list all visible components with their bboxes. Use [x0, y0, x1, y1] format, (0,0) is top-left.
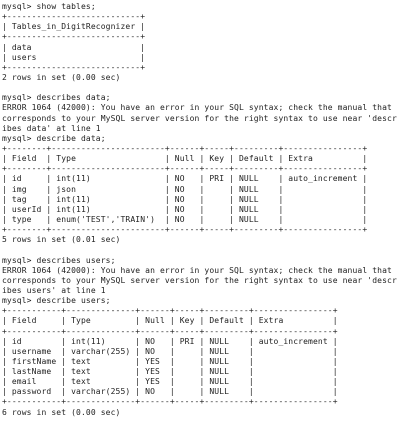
mysql-terminal[interactable]: mysql> show tables; +-------------------…: [0, 0, 420, 426]
error-message: corresponds to your MySQL server version…: [2, 275, 397, 285]
table-row: | email | text | YES | | NULL | |: [2, 377, 338, 387]
command-show-tables: mysql> show tables;: [2, 2, 96, 11]
result-summary: 2 rows in set (0.00 sec): [2, 72, 121, 82]
table-row: | users |: [2, 52, 146, 62]
tables-header: | Tables_in_DigitRecognizer |: [2, 22, 146, 32]
tables-border-bottom: +---------------------------+: [2, 62, 146, 72]
error-message: ERROR 1064 (42000): You have an error in…: [2, 103, 392, 113]
users-table-header: | Field | Type | Null | Key | Default | …: [2, 316, 338, 326]
command-describe-data: mysql> describe data;: [2, 133, 106, 143]
error-message: ibes data' at line 1: [2, 123, 101, 133]
data-table-border-bottom: +--------+-----------------------+------…: [2, 225, 368, 235]
table-row: | username | varchar(255) | NO | | NULL …: [2, 346, 338, 356]
table-row: | data |: [2, 42, 146, 52]
table-row: | id | int(11) | NO | PRI | NULL | auto_…: [2, 336, 338, 346]
data-table-border-mid: +--------+-----------------------+------…: [2, 164, 368, 174]
data-table-border-top: +--------+-----------------------+------…: [2, 143, 368, 153]
tables-border-top: +---------------------------+: [2, 12, 146, 22]
tables-border-mid: +---------------------------+: [2, 32, 146, 42]
data-table-header: | Field | Type | Null | Key | Default | …: [2, 154, 368, 164]
table-row: | lastName | text | YES | | NULL | |: [2, 367, 338, 377]
error-message: ERROR 1064 (42000): You have an error in…: [2, 265, 392, 275]
table-row: | userId | int(11) | NO | | NULL | |: [2, 204, 368, 214]
table-row: | type | enum('TEST','TRAIN') | NO | | N…: [2, 214, 368, 224]
users-table-border-bottom: +-----------+--------------+------+-----…: [2, 397, 338, 407]
error-message: ibes users' at line 1: [2, 285, 106, 295]
users-table-border-mid: +-----------+--------------+------+-----…: [2, 326, 338, 336]
table-row: | password | varchar(255) | NO | | NULL …: [2, 387, 338, 397]
command-describes-data: mysql> describes data;: [2, 93, 111, 103]
users-table-border-top: +-----------+--------------+------+-----…: [2, 306, 338, 316]
table-row: | img | json | NO | | NULL | |: [2, 184, 368, 194]
table-row: | firstName | text | YES | | NULL | |: [2, 356, 338, 366]
result-summary: 6 rows in set (0.00 sec): [2, 407, 121, 417]
error-message: corresponds to your MySQL server version…: [2, 113, 397, 123]
table-row: | id | int(11) | NO | PRI | NULL | auto_…: [2, 174, 368, 184]
command-describes-users: mysql> describes users;: [2, 255, 116, 265]
table-row: | tag | int(11) | NO | | NULL | |: [2, 194, 368, 204]
command-describe-users: mysql> describe users;: [2, 296, 111, 306]
result-summary: 5 rows in set (0.01 sec): [2, 235, 121, 245]
